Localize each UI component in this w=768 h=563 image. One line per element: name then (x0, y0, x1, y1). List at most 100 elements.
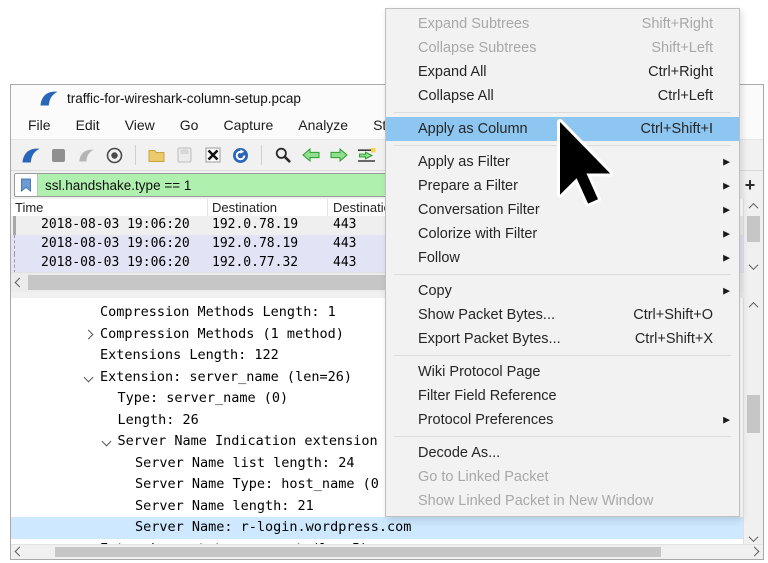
window-title: traffic-for-wireshark-column-setup.pcap (67, 91, 301, 106)
menu-item-expand-all[interactable]: Expand AllCtrl+Right (386, 60, 739, 84)
collapse-arrow-icon[interactable] (101, 437, 111, 447)
packet-cell: 192.0.77.32 (212, 255, 298, 270)
go-to-packet-icon[interactable] (355, 144, 378, 166)
collapse-arrow-icon[interactable] (84, 372, 94, 382)
tree-line-text: Server Name list length: 24 (135, 455, 354, 471)
menu-item-conversation-filter[interactable]: Conversation Filter ▶ (386, 198, 739, 222)
restart-capture-icon[interactable] (75, 144, 98, 166)
submenu-arrow-icon: ▶ (723, 416, 730, 425)
menu-item-shortcut: Ctrl+Shift+I (640, 121, 729, 137)
column-header-destination[interactable]: Destination (212, 200, 277, 215)
tree-line-text: Type: server_name (0) (118, 390, 289, 406)
menu-item-show-linked-packet-in-new-window: Show Linked Packet in New Window (386, 489, 739, 513)
menu-item-wiki-protocol-page[interactable]: Wiki Protocol Page (386, 360, 739, 384)
menu-item-label: Copy (418, 283, 452, 299)
menubar-item-capture[interactable]: Capture (223, 117, 273, 133)
menu-item-label: Expand All (418, 64, 487, 80)
menu-item-label: Show Linked Packet in New Window (418, 493, 653, 509)
menu-item-label: Apply as Column (418, 121, 528, 137)
packet-cell: 443 (333, 217, 356, 232)
tree-line-text: Compression Methods Length: 1 (100, 304, 336, 320)
menu-item-colorize-with-filter[interactable]: Colorize with Filter▶ (386, 222, 739, 246)
menu-separator (386, 108, 739, 117)
menu-item-shortcut: Ctrl+Shift+X (635, 331, 729, 347)
scroll-down-button[interactable] (744, 531, 763, 545)
chevron-up-icon (749, 301, 759, 311)
column-divider[interactable] (327, 199, 328, 216)
menu-item-collapse-all[interactable]: Collapse All Ctrl+Left (386, 84, 739, 108)
go-back-icon[interactable] (299, 144, 322, 166)
menu-item-shortcut: Ctrl+Shift+O (633, 307, 729, 323)
menubar-item-file[interactable]: File (28, 117, 51, 133)
menu-item-export-packet-bytes[interactable]: Export Packet Bytes... Ctrl+Shift+X (386, 327, 739, 351)
submenu-arrow-icon: ▶ (723, 287, 730, 296)
close-capture-icon[interactable] (201, 144, 224, 166)
packet-cell: 443 (333, 255, 356, 270)
submenu-arrow-icon: ▶ (723, 206, 730, 215)
scroll-left-button[interactable] (11, 545, 27, 558)
menu-item-follow[interactable]: Follow▶ (386, 246, 739, 270)
menu-item-apply-as-filter[interactable]: Apply as Filter ▶ (386, 150, 739, 174)
submenu-arrow-icon: ▶ (723, 158, 730, 167)
scroll-up-button[interactable] (744, 199, 763, 213)
menu-item-protocol-preferences[interactable]: Protocol Preferences▶ (386, 408, 739, 432)
scroll-right-button[interactable] (746, 545, 762, 558)
scroll-down-button[interactable] (744, 259, 763, 273)
stop-capture-icon[interactable] (47, 144, 70, 166)
detail-horizontal-scrollbar[interactable] (11, 544, 763, 559)
tree-line-text: Server Name: r-login.wordpress.com (135, 519, 411, 535)
column-header-destination-port[interactable]: Destinatio (333, 200, 391, 215)
chevron-left-icon (14, 278, 24, 288)
menu-item-decode-as[interactable]: Decode As... (386, 441, 739, 465)
bookmark-icon[interactable] (15, 174, 38, 196)
menu-item-label: Follow (418, 250, 460, 266)
capture-options-icon[interactable] (103, 144, 126, 166)
menubar-item-view[interactable]: View (125, 117, 155, 133)
filter-text: ssl.handshake.type == 1 (38, 178, 191, 193)
menu-item-label: Show Packet Bytes... (418, 307, 555, 323)
menu-item-collapse-subtrees: Collapse SubtreesShift+Left (386, 36, 739, 60)
tree-line[interactable]: Server Name: r-login.wordpress.com (11, 517, 744, 539)
reload-icon[interactable] (229, 144, 252, 166)
find-packet-icon[interactable] (271, 144, 294, 166)
add-filter-button[interactable]: + (740, 175, 760, 196)
scrollbar-thumb[interactable] (747, 216, 760, 242)
menubar-item-edit[interactable]: Edit (76, 117, 100, 133)
packet-list-vertical-scrollbar[interactable] (743, 199, 763, 273)
menu-item-copy[interactable]: Copy ▶ (386, 279, 739, 303)
menu-item-apply-as-column[interactable]: Apply as Column Ctrl+Shift+I (386, 117, 739, 141)
menu-item-show-packet-bytes[interactable]: Show Packet Bytes... Ctrl+Shift+O (386, 303, 739, 327)
chevron-down-icon (749, 260, 759, 270)
menu-item-filter-field-reference[interactable]: Filter Field Reference (386, 384, 739, 408)
chevron-up-icon (749, 202, 759, 212)
menu-item-shortcut: Shift+Left (651, 40, 729, 56)
go-forward-icon[interactable] (327, 144, 350, 166)
toolbar-separator (261, 145, 262, 165)
save-file-icon[interactable] (173, 144, 196, 166)
column-header-time[interactable]: Time (15, 200, 43, 215)
expand-arrow-icon[interactable] (84, 329, 94, 339)
column-divider[interactable] (207, 199, 208, 216)
menu-item-label: Export Packet Bytes... (418, 331, 561, 347)
open-file-icon[interactable] (145, 144, 168, 166)
menu-item-label: Apply as Filter (418, 154, 510, 170)
menu-item-shortcut: Ctrl+Left (658, 88, 729, 104)
scroll-left-button[interactable] (11, 273, 27, 292)
scroll-up-button[interactable] (744, 298, 763, 312)
detail-vertical-scrollbar[interactable] (743, 298, 763, 545)
packet-cell: 192.0.78.19 (212, 236, 298, 251)
wireshark-fin-icon[interactable] (19, 144, 42, 166)
menu-item-prepare-a-filter[interactable]: Prepare a Filter▶ (386, 174, 739, 198)
menubar-item-go[interactable]: Go (180, 117, 199, 133)
scrollbar-corner (744, 273, 763, 292)
menu-item-label: Collapse All (418, 88, 494, 104)
menubar-item-analyze[interactable]: Analyze (298, 117, 348, 133)
tree-line-text: Extension: server_name (len=26) (100, 369, 352, 385)
packet-cell: 2018-08-03 19:06:20 (41, 236, 190, 251)
menu-item-label: Conversation Filter (418, 202, 540, 218)
tree-line-text: Server Name Indication extension (118, 433, 378, 449)
scrollbar-thumb[interactable] (747, 395, 760, 433)
menu-item-label: Expand Subtrees (418, 16, 529, 32)
scrollbar-thumb[interactable] (55, 547, 661, 557)
menu-item-label: Filter Field Reference (418, 388, 557, 404)
